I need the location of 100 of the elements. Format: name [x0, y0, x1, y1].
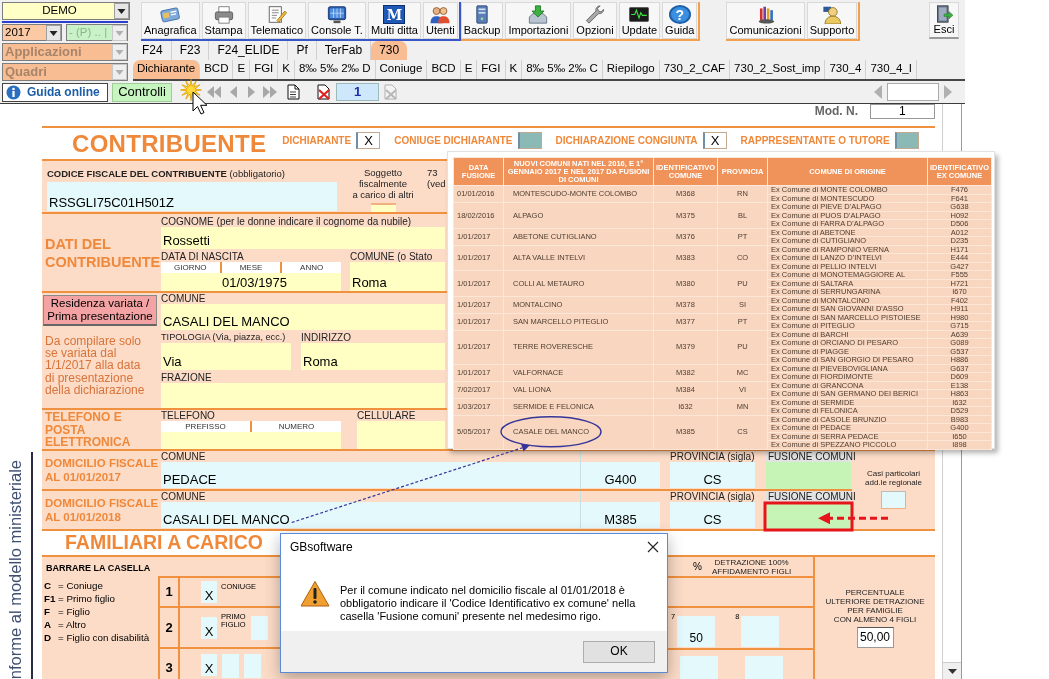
tab[interactable]: K — [278, 60, 295, 79]
tab[interactable]: FGI — [250, 60, 279, 79]
help-button[interactable]: Guida online — [2, 82, 108, 102]
tab[interactable]: Riepilogo — [602, 60, 660, 79]
field-label: Soggetto fiscalmente a carico di altri — [351, 167, 415, 200]
toolbar-button[interactable]: Anagrafica — [141, 2, 200, 39]
toolbar-button[interactable]: Utenti — [422, 2, 458, 39]
toolbar-button[interactable]: Console T. — [308, 2, 366, 39]
input-field[interactable] — [250, 615, 268, 640]
input-field[interactable] — [222, 654, 239, 678]
scroll-down-button[interactable] — [943, 662, 961, 679]
side-caption: nforme al modello ministeriale — [5, 459, 25, 679]
tab[interactable]: 730_4 — [825, 60, 867, 79]
toolbar-button[interactable]: Telematico — [247, 2, 307, 39]
checkbox[interactable] — [894, 132, 919, 149]
checks-button[interactable]: Controlli — [112, 82, 172, 102]
field-label: DATA DI NASCITA — [161, 251, 245, 262]
toolbar-button[interactable]: Update — [618, 2, 661, 39]
tab[interactable]: E — [460, 60, 478, 79]
toolbar-button[interactable]: Opzioni — [573, 2, 617, 39]
percentage-field[interactable]: 50 — [677, 616, 716, 647]
tab[interactable]: K — [505, 60, 523, 79]
birth-town-field[interactable]: Roma — [350, 262, 445, 291]
tab[interactable]: 730 — [371, 41, 408, 60]
caret-icon — [112, 24, 127, 41]
previous-arrow-icon[interactable] — [873, 84, 883, 100]
ok-button[interactable]: OK — [583, 640, 655, 663]
toolbar-button[interactable]: Comunicazioni — [726, 2, 805, 39]
municipality-code-field[interactable]: G400 — [581, 462, 660, 488]
year-select[interactable]: 2017 — [2, 24, 62, 41]
tab[interactable]: 8‰ 5‰ 2‰ C — [522, 60, 603, 79]
row-number: 1 — [158, 578, 180, 606]
legend-item: F1 = Primo figlio — [44, 592, 116, 605]
tab[interactable]: Pf — [288, 41, 317, 60]
tab[interactable]: Coniuge — [375, 60, 428, 79]
residence-button[interactable]: Residenza variata / Prima presentazione — [43, 295, 157, 326]
municipality-code-field[interactable]: M385 — [581, 502, 660, 528]
field-label: COMUNE — [161, 451, 207, 462]
input-field[interactable] — [745, 656, 783, 679]
exit-button[interactable]: Esci — [929, 2, 959, 39]
tab[interactable]: E — [233, 60, 251, 79]
toolbar-button[interactable]: ? Guida — [662, 2, 698, 39]
town-field[interactable]: CASALI DEL MANCO — [161, 502, 580, 528]
toolbar-button[interactable]: Supporto — [806, 2, 858, 39]
delete-page-icon[interactable] — [316, 84, 332, 100]
surname-field[interactable]: Rossetti — [161, 227, 445, 249]
tax-code-field[interactable]: RSSGLI75C01H501Z — [47, 182, 337, 211]
record-field[interactable] — [887, 83, 939, 101]
tab[interactable]: 8‰ 5‰ 2‰ D — [294, 60, 376, 79]
input-field[interactable] — [244, 654, 261, 678]
last-page-icon[interactable] — [262, 85, 278, 99]
tab[interactable]: F24_ELIDE — [209, 41, 289, 60]
toolbar-button[interactable]: M Multi ditta — [367, 2, 421, 39]
street-type-field[interactable]: Via — [161, 343, 291, 370]
toolbar-button[interactable]: Importazioni — [505, 2, 572, 39]
close-icon[interactable] — [647, 541, 659, 553]
tab[interactable]: 730_2_Sost_imp — [730, 60, 826, 79]
checkbox[interactable]: X — [702, 132, 727, 149]
column-heading: GIORNO — [173, 262, 208, 273]
address-field[interactable]: Roma — [301, 343, 445, 370]
company-select[interactable]: DEMO — [2, 2, 130, 20]
mobile-field[interactable] — [357, 421, 445, 449]
toolbar-button[interactable]: Stampa — [201, 2, 246, 39]
checkbox[interactable]: X — [201, 581, 217, 603]
field-label: Casi particolari add.le regionale — [865, 469, 922, 487]
percentage-field[interactable]: 50,00 — [856, 627, 894, 648]
merger-field[interactable] — [766, 462, 851, 489]
special-cases-field[interactable] — [881, 491, 906, 509]
tab[interactable]: BCD — [427, 60, 461, 79]
percentage-field[interactable] — [741, 616, 780, 647]
tab[interactable]: BCD — [200, 60, 234, 79]
phone-field[interactable] — [161, 432, 341, 449]
tab[interactable]: Dichiarante — [133, 60, 201, 79]
letter-tile-icon: M — [383, 5, 406, 24]
tab[interactable]: 730_2_CAF — [659, 60, 731, 79]
province-field[interactable]: CS — [670, 502, 755, 528]
row-number: 3 — [158, 649, 180, 679]
town-field[interactable]: PEDACE — [161, 462, 580, 488]
field-label: PROVINCIA (sigla) — [670, 451, 755, 462]
checkbox[interactable] — [517, 132, 542, 149]
town-field[interactable]: CASALI DEL MANCO — [161, 304, 445, 330]
checkbox[interactable]: X — [356, 132, 381, 149]
first-page-icon[interactable] — [206, 85, 222, 99]
page-number-field[interactable]: 1 — [336, 83, 379, 101]
tab[interactable]: FGI — [477, 60, 506, 79]
new-page-icon[interactable] — [286, 84, 300, 100]
model-number-field[interactable]: 1 — [870, 104, 935, 119]
province-field[interactable]: CS — [670, 462, 755, 488]
section-title: DOMICILIO FISCALE AL 01/01/2017 — [45, 456, 159, 484]
input-field[interactable] — [370, 203, 396, 212]
input-field[interactable] — [680, 656, 718, 679]
field-label: CODICE FISCALE DEL CONTRIBUENTE (obbligatorio) — [47, 168, 286, 179]
hamlet-field[interactable] — [161, 383, 445, 408]
next-arrow-icon[interactable] — [943, 84, 953, 100]
toolbar-button[interactable]: Backup — [460, 2, 504, 39]
checkbox[interactable]: X — [201, 616, 217, 639]
tab[interactable]: 730_4_I — [866, 60, 917, 79]
checkbox[interactable]: X — [201, 654, 217, 676]
birth-date-field[interactable]: 01/03/1975 — [161, 273, 341, 291]
pulse-monitor-icon — [627, 5, 652, 24]
